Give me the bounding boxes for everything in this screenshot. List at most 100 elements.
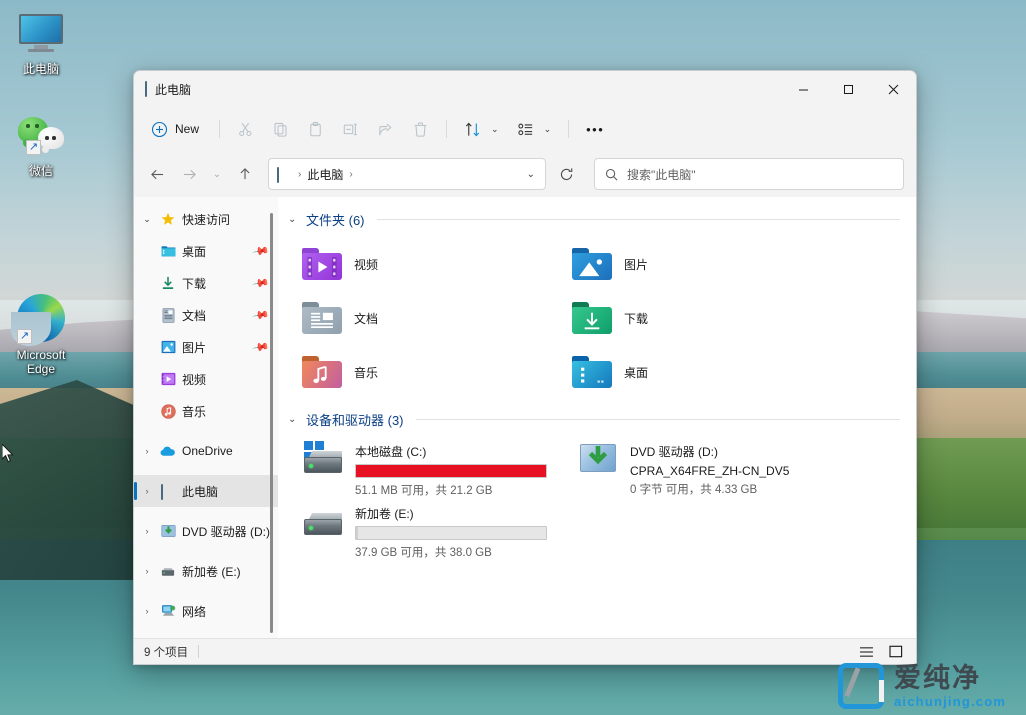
status-bar: 9 个项目 [134, 638, 916, 664]
chevron-down-icon[interactable]: ⌄ [288, 214, 300, 225]
chevron-right-icon[interactable]: › [140, 446, 154, 456]
sort-button[interactable]: ⌄ [456, 113, 507, 145]
drive-item-d[interactable]: DVD 驱动器 (D:) CPRA_X64FRE_ZH-CN_DV5 0 字节 … [571, 441, 846, 501]
monitor-icon [2, 8, 80, 58]
view-button[interactable]: ⌄ [509, 113, 560, 145]
sidebar-scrollbar[interactable] [270, 213, 273, 633]
search-icon [605, 168, 618, 180]
drive-icon [160, 563, 176, 579]
documents-folder-icon [302, 302, 342, 334]
drive-item-e[interactable]: 新加卷 (E:) 37.9 GB 可用，共 38.0 GB [296, 503, 571, 565]
sidebar-label: 下载 [182, 276, 207, 291]
folder-item-documents[interactable]: 文档 [296, 291, 566, 345]
recent-locations-button[interactable]: ⌄ [206, 159, 228, 189]
chevron-down-icon[interactable]: ⌄ [140, 214, 154, 225]
forward-button[interactable] [174, 159, 204, 189]
folder-item-pictures[interactable]: 图片 [566, 237, 836, 291]
chevron-down-icon: ⌄ [543, 123, 552, 134]
sidebar-item-onedrive[interactable]: › OneDrive [134, 435, 278, 467]
documents-icon [160, 307, 176, 323]
desktop-icon-label: Microsoft Edge [16, 348, 66, 376]
sidebar-item-downloads[interactable]: 下载 📌 [134, 267, 278, 299]
videos-icon [160, 371, 176, 387]
folder-label: 图片 [624, 257, 649, 272]
folder-item-music[interactable]: 音乐 [296, 345, 566, 399]
item-count: 9 个项目 [144, 646, 189, 659]
folder-item-desktop[interactable]: 桌面 [566, 345, 836, 399]
back-button[interactable] [142, 159, 172, 189]
watermark-cn-text: 爱纯净 [894, 662, 981, 694]
sidebar-item-pictures[interactable]: 图片 📌 [134, 331, 278, 363]
mouse-cursor [2, 444, 15, 464]
drives-grid: 本地磁盘 (C:) 51.1 MB 可用，共 21.2 GB DVD 驱动器 (… [278, 431, 916, 565]
copy-icon[interactable] [264, 113, 297, 145]
group-divider [376, 218, 900, 220]
breadcrumb-separator: › [298, 168, 302, 180]
details-view-icon[interactable] [856, 643, 876, 661]
address-dropdown-icon[interactable]: ⌄ [523, 169, 539, 180]
folders-group-header[interactable]: ⌄ 文件夹 (6) [278, 207, 916, 231]
command-toolbar: New ⌄ ⌄ ••• [134, 107, 916, 151]
desktop-icon-this-pc[interactable]: 此电脑 [2, 8, 80, 76]
sidebar-label: 图片 [182, 340, 207, 355]
drive-usage-meter [355, 464, 547, 478]
drive-volume-label: CPRA_X64FRE_ZH-CN_DV5 [630, 464, 790, 478]
breadcrumb-this-pc[interactable]: 此电脑 [307, 166, 343, 183]
more-options-button[interactable]: ••• [578, 113, 612, 145]
drives-group-header[interactable]: ⌄ 设备和驱动器 (3) [278, 407, 916, 431]
sidebar-label: 视频 [182, 372, 207, 387]
rename-icon[interactable] [334, 113, 367, 145]
sidebar-item-network[interactable]: › 网络 [134, 595, 278, 627]
downloads-folder-icon [572, 302, 612, 334]
drive-capacity: 37.9 GB 可用，共 38.0 GB [355, 547, 492, 559]
search-input[interactable]: 搜索"此电脑" [594, 158, 904, 190]
chevron-right-icon[interactable]: › [140, 526, 154, 536]
file-explorer-window: 此电脑 New ⌄ ⌄ ••• ⌄ › 此电脑 › ⌄ 搜索"此电脑" ⌄ 快速… [133, 70, 917, 665]
share-icon[interactable] [369, 113, 402, 145]
window-body: ⌄ 快速访问 桌面 📌 下载 📌 文档 📌 图片 📌 视频 音乐 › OneDr… [134, 197, 916, 638]
tiles-view-icon[interactable] [886, 643, 906, 661]
sidebar-item-new-volume[interactable]: › 新加卷 (E:) [134, 555, 278, 587]
desktop-icon-edge[interactable]: ↗ Microsoft Edge [2, 292, 80, 376]
paste-icon[interactable] [299, 113, 332, 145]
folder-item-videos[interactable]: 视频 [296, 237, 566, 291]
desktop-icon-wechat[interactable]: ↗ 微信 [2, 110, 80, 178]
sidebar-item-dvd-drive[interactable]: › DVD 驱动器 (D:) [134, 515, 278, 547]
sidebar-item-quick-access[interactable]: ⌄ 快速访问 [134, 203, 278, 235]
new-button[interactable]: New [144, 113, 210, 145]
sidebar-item-desktop[interactable]: 桌面 📌 [134, 235, 278, 267]
pin-icon[interactable]: 📌 [252, 306, 271, 325]
pin-icon[interactable]: 📌 [252, 338, 271, 357]
pin-icon[interactable]: 📌 [252, 242, 271, 261]
cut-icon[interactable] [229, 113, 262, 145]
refresh-button[interactable] [552, 160, 580, 188]
window-titlebar[interactable]: 此电脑 [134, 71, 916, 107]
edge-icon: ↗ [2, 292, 80, 346]
status-divider [198, 645, 200, 658]
maximize-button[interactable] [826, 71, 871, 107]
pictures-icon [160, 339, 176, 355]
drives-group-title: 设备和驱动器 (3) [306, 412, 404, 428]
close-button[interactable] [871, 71, 916, 107]
music-icon [160, 403, 176, 419]
folder-item-downloads[interactable]: 下载 [566, 291, 836, 345]
sidebar-label: DVD 驱动器 (D:) [182, 524, 270, 539]
chevron-right-icon[interactable]: › [140, 606, 154, 616]
desktop-icon-label: 此电脑 [22, 62, 59, 76]
minimize-button[interactable] [781, 71, 826, 107]
address-box[interactable]: › 此电脑 › ⌄ [268, 158, 546, 190]
chevron-down-icon[interactable]: ⌄ [288, 414, 300, 425]
sidebar-item-videos[interactable]: 视频 [134, 363, 278, 395]
sidebar-item-documents[interactable]: 文档 📌 [134, 299, 278, 331]
sidebar-item-this-pc[interactable]: › 此电脑 [134, 475, 278, 507]
sidebar-label: 桌面 [182, 244, 207, 259]
delete-icon[interactable] [404, 113, 437, 145]
pin-icon[interactable]: 📌 [252, 274, 271, 293]
breadcrumb-separator[interactable]: › [349, 169, 352, 180]
chevron-right-icon[interactable]: › [140, 486, 154, 496]
desktop-folder-icon [572, 356, 612, 388]
sidebar-item-music[interactable]: 音乐 [134, 395, 278, 427]
chevron-right-icon[interactable]: › [140, 566, 154, 576]
drive-item-c[interactable]: 本地磁盘 (C:) 51.1 MB 可用，共 21.2 GB [296, 441, 571, 501]
up-button[interactable] [230, 159, 260, 189]
